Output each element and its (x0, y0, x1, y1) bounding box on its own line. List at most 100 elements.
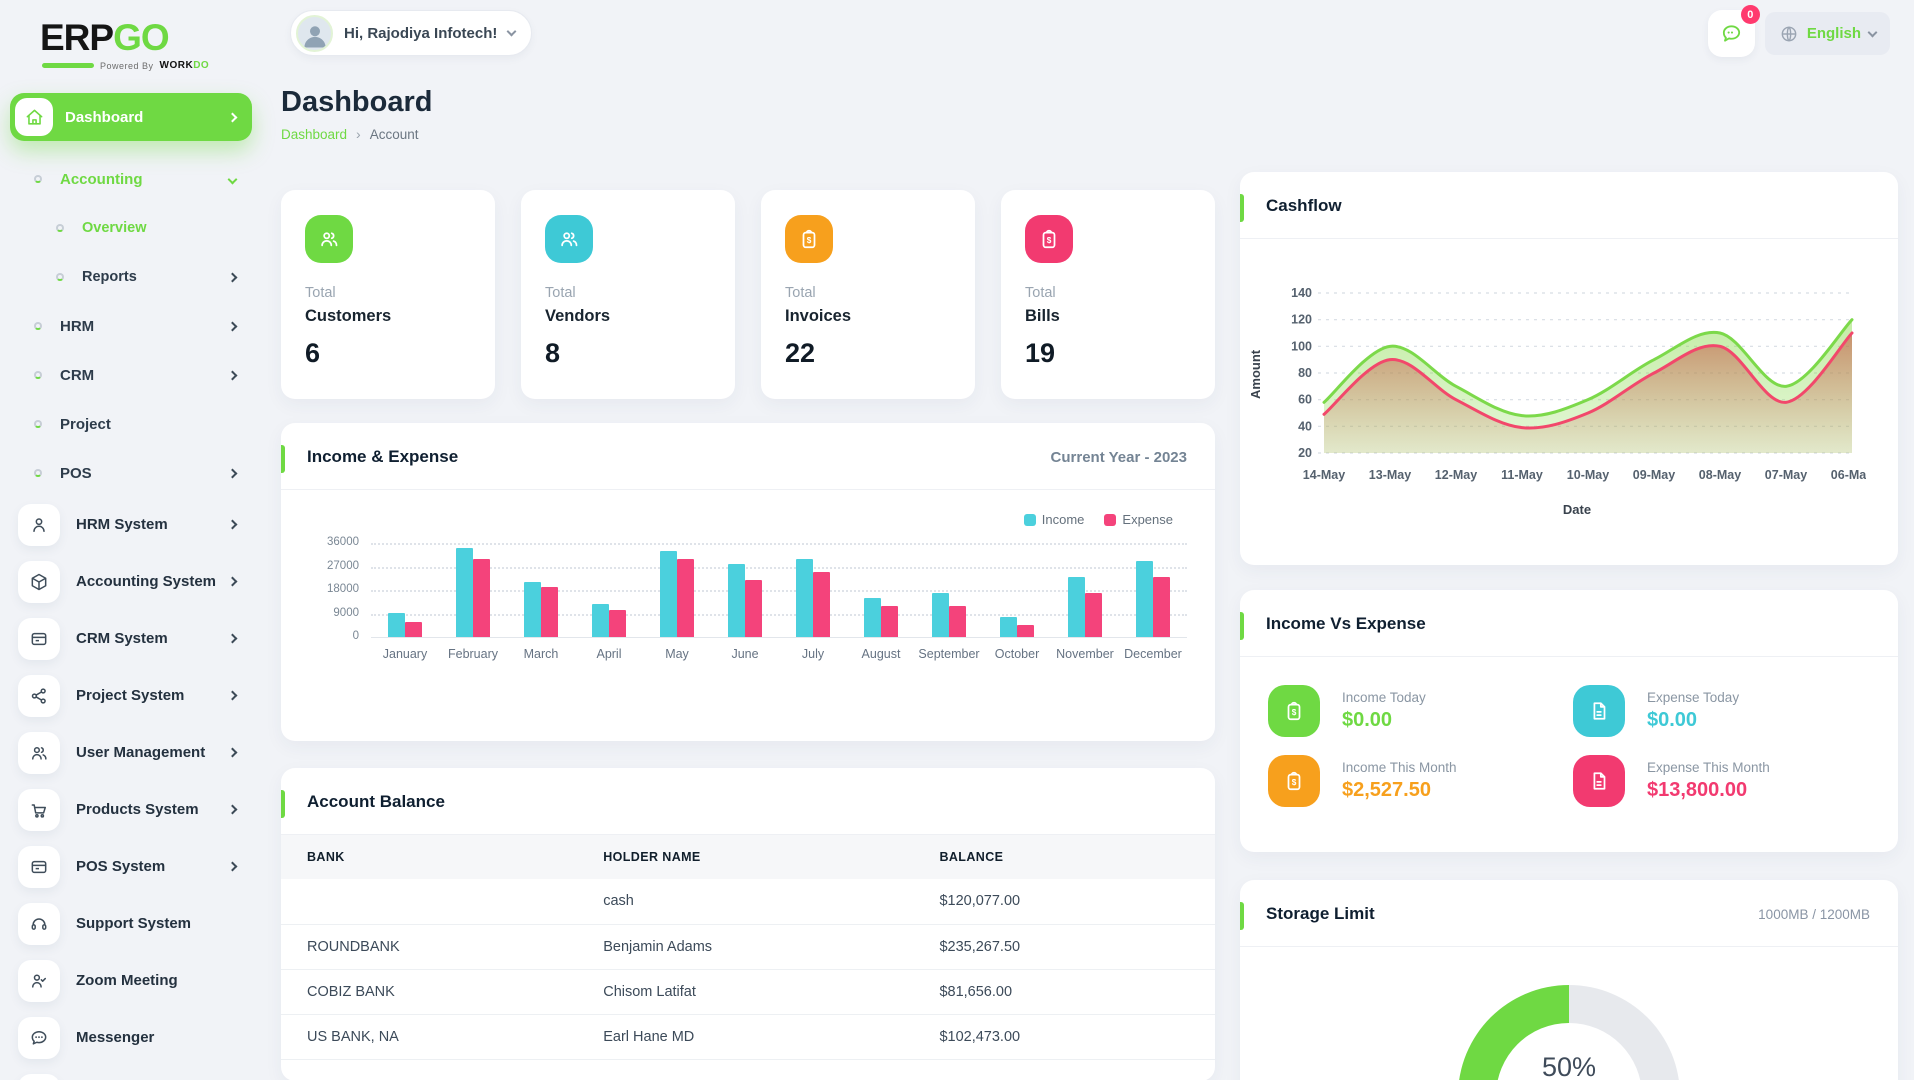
sidebar-item-project-system[interactable]: Project System (10, 673, 252, 718)
bars (1136, 543, 1170, 637)
account-balance-header: Account Balance (281, 768, 1215, 835)
legend-swatch (1023, 513, 1036, 526)
income-bar (456, 548, 473, 637)
legend-item-expense[interactable]: Expense (1104, 512, 1173, 527)
y-tick-label: 9000 (333, 606, 359, 619)
sidebar-item-messenger[interactable]: Messenger (10, 1015, 252, 1060)
tile-expense-today: Expense Today $0.00 (1573, 685, 1878, 737)
sidebar-item-accounting-system[interactable]: Accounting System (10, 559, 252, 604)
sidebar-item-pos-system[interactable]: POS System (10, 844, 252, 889)
browser-card-icon (18, 617, 60, 660)
table-row: COBIZ BANK Chisom Latifat $81,656.00 (281, 969, 1215, 1015)
language-selector[interactable]: English (1764, 12, 1890, 55)
table-header-row: BANK HOLDER NAME BALANCE (281, 835, 1215, 879)
bullet-icon (34, 469, 42, 477)
brand-powered: Powered By WORKDO (42, 60, 252, 71)
bar-group: November (1051, 543, 1119, 667)
brand-logo[interactable]: ERPGO Powered By WORKDO (10, 14, 252, 72)
expense-bar (1085, 593, 1102, 637)
svg-text:40: 40 (1298, 419, 1312, 433)
page-title: Dashboard (281, 86, 433, 118)
bar-group: August (847, 543, 915, 667)
sidebar-item-project[interactable]: Project (10, 404, 252, 444)
sidebar-item-label: Dashboard (65, 108, 144, 126)
bars (524, 543, 558, 637)
bullet-icon (34, 175, 42, 183)
x-tick-label: February (447, 647, 499, 661)
svg-text:$: $ (807, 236, 812, 245)
brand-underline (42, 63, 94, 68)
legend-item-income[interactable]: Income (1023, 512, 1084, 527)
stat-label: Customers (305, 307, 392, 325)
x-tick-label: January (382, 647, 428, 661)
stat-caption: Total (545, 285, 576, 301)
chat-bubble-icon (18, 1016, 60, 1059)
tile-label: Expense Today (1647, 690, 1740, 705)
notifications-button[interactable]: 0 (1707, 5, 1760, 57)
user-menu[interactable]: Hi, Rajodiya Infotech! (290, 10, 533, 56)
sidebar-item-label: Overview (82, 220, 147, 236)
y-tick-label: 27000 (327, 559, 359, 572)
sidebar-item-label: User Management (76, 744, 206, 761)
cell-bank: ROUNDBANK (281, 924, 604, 970)
sidebar-item-notification-template[interactable]: Notification Template (10, 1072, 252, 1080)
cell-balance: $102,473.00 (939, 1014, 1215, 1060)
workdo-label: WORKDO (159, 60, 210, 71)
share-nodes-icon (18, 674, 60, 717)
card-title: Cashflow (1266, 196, 1342, 215)
column-header-bank: BANK (281, 835, 604, 879)
breadcrumb-current: Account (369, 126, 419, 142)
svg-text:$: $ (1292, 778, 1297, 787)
sidebar-item-accounting[interactable]: Accounting (10, 159, 252, 199)
expense-bar (813, 572, 830, 637)
sidebar-item-crm-system[interactable]: CRM System (10, 616, 252, 661)
breadcrumb-root-link[interactable]: Dashboard (281, 127, 347, 142)
avatar (296, 14, 333, 52)
sidebar-item-crm[interactable]: CRM (10, 355, 252, 395)
income-bar (660, 551, 677, 637)
sidebar-item-zoom-meeting[interactable]: Zoom Meeting (10, 958, 252, 1003)
income-bar (592, 604, 609, 637)
sidebar-item-label: Messenger (76, 1029, 155, 1046)
x-tick-label: June (731, 647, 759, 661)
sidebar-item-dashboard[interactable]: Dashboard (10, 93, 252, 141)
globe-icon (1781, 25, 1797, 42)
bar-group: December (1119, 543, 1187, 667)
sidebar-item-label: Products System (76, 801, 199, 818)
bar-group: July (779, 543, 847, 667)
stat-card-bills: $ Total Bills 19 (1001, 190, 1215, 399)
accent-bar (1240, 612, 1244, 640)
sidebar-item-reports[interactable]: Reports (10, 257, 252, 297)
expense-bar (473, 559, 490, 637)
bullet-icon (34, 322, 42, 330)
tile-value: $0.00 (1647, 709, 1698, 731)
chevron-down-icon (1867, 27, 1878, 38)
sidebar-item-overview[interactable]: Overview (10, 208, 252, 248)
sidebar-item-hrm-system[interactable]: HRM System (10, 502, 252, 547)
cube-icon (18, 560, 60, 603)
column-header-holder: HOLDER NAME (603, 835, 940, 879)
expense-bar (881, 606, 898, 637)
sidebar-item-label: Project System (76, 687, 185, 704)
sidebar-menu: Dashboard Accounting Overview Reports HR… (10, 93, 252, 1080)
tile-label: Expense This Month (1647, 760, 1770, 775)
chevron-right-icon (227, 747, 238, 758)
sidebar-item-support-system[interactable]: Support System (10, 901, 252, 946)
account-balance-table: BANK HOLDER NAME BALANCE cash $120,077.0… (281, 835, 1215, 1060)
expense-bar (949, 606, 966, 637)
clipboard-dollar-icon: $ (1025, 215, 1073, 263)
sidebar-item-hrm[interactable]: HRM (10, 306, 252, 346)
y-tick-label: 18000 (327, 583, 359, 595)
sidebar-item-products-system[interactable]: Products System (10, 787, 252, 832)
income-expense-card: Income & Expense Current Year - 2023 Inc… (281, 423, 1215, 741)
app-root: ERPGO Powered By WORKDO Dashboard Accoun… (0, 0, 1914, 1080)
sidebar-item-pos[interactable]: POS (10, 453, 252, 493)
svg-text:$: $ (1047, 236, 1052, 245)
language-label: English (1806, 25, 1861, 42)
sidebar-item-user-management[interactable]: User Management (10, 730, 252, 775)
stat-caption: Total (785, 285, 816, 301)
stat-card-customers: Total Customers 6 (281, 190, 495, 399)
tile-expense-this-month: Expense This Month $13,800.00 (1573, 755, 1878, 807)
bar-group: October (983, 543, 1051, 667)
cashflow-header: Cashflow (1240, 172, 1898, 239)
